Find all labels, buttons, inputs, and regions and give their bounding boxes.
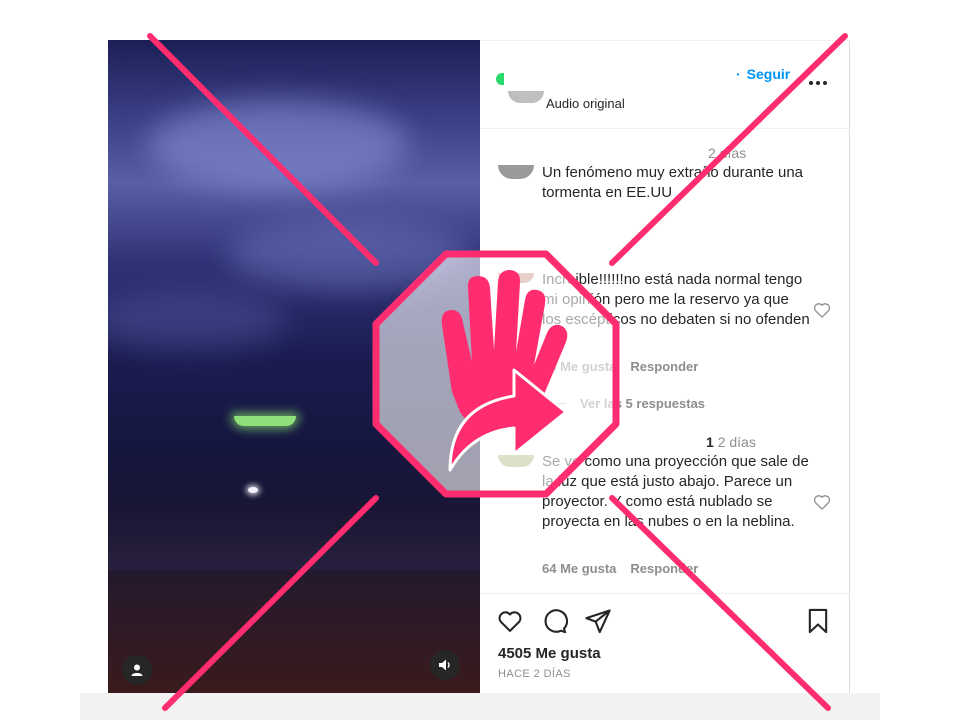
reply-button[interactable]: Responder [630, 359, 698, 374]
storm-cloud [228, 220, 468, 290]
comment-time-label: 2 días [717, 434, 756, 450]
video-player[interactable] [108, 40, 480, 693]
more-options-icon[interactable] [806, 71, 830, 91]
follow-label: Seguir [746, 66, 791, 82]
rooftops [108, 510, 480, 570]
post-panel: · Seguir Audio original 2 días Un fenómen… [480, 40, 850, 693]
commenter-avatar[interactable] [498, 273, 534, 283]
storm-cloud [148, 100, 408, 190]
separator-dot: · [736, 66, 741, 82]
divider [480, 593, 849, 594]
comment-text: Se ve como una proyección que sale de la… [542, 453, 809, 530]
bookmark-icon[interactable] [804, 607, 832, 635]
post-header: · Seguir Audio original [480, 41, 849, 129]
comment-time: 1 2 días [706, 434, 756, 450]
heart-icon[interactable] [496, 607, 524, 635]
follow-button[interactable]: · Seguir [736, 66, 790, 82]
comment-meta: 33 Me gusta Responder [542, 359, 712, 374]
replies-divider [542, 403, 566, 404]
reply-button[interactable]: Responder [630, 561, 698, 576]
page-footer-strip [80, 693, 880, 720]
paper-plane-icon[interactable] [584, 607, 612, 635]
ground-light [248, 487, 258, 493]
avatar[interactable] [508, 91, 544, 103]
comment-likes[interactable]: 33 Me gusta [542, 359, 616, 374]
storm-cloud [108, 290, 288, 350]
heart-icon[interactable] [812, 492, 832, 512]
author-avatar[interactable] [498, 165, 534, 179]
comment-likes[interactable]: 64 Me gusta [542, 561, 616, 576]
comment-like-count: 1 [706, 434, 714, 450]
audio-label[interactable]: Audio original [546, 96, 625, 111]
caption-time: 2 días [708, 145, 747, 161]
comment-meta: 64 Me gusta Responder [542, 561, 712, 576]
heart-icon[interactable] [812, 300, 832, 320]
post-date: HACE 2 DÍAS [498, 668, 571, 680]
view-replies-label: Ver las 5 respuestas [580, 396, 706, 411]
post-caption: Un fenómeno muy extraño durante una torm… [542, 164, 803, 201]
speaker-icon[interactable] [430, 650, 460, 680]
user-icon[interactable] [122, 655, 152, 685]
green-light-object [234, 416, 296, 426]
story-ring [496, 73, 504, 85]
view-replies-button[interactable]: Ver las 5 respuestas [542, 396, 705, 411]
commenter-avatar[interactable] [498, 455, 534, 467]
comment-bubble-icon[interactable] [540, 607, 569, 635]
comment-text: Increible!!!!!!no está nada normal tengo… [542, 271, 810, 328]
likes-count[interactable]: 4505 Me gusta [498, 645, 601, 662]
